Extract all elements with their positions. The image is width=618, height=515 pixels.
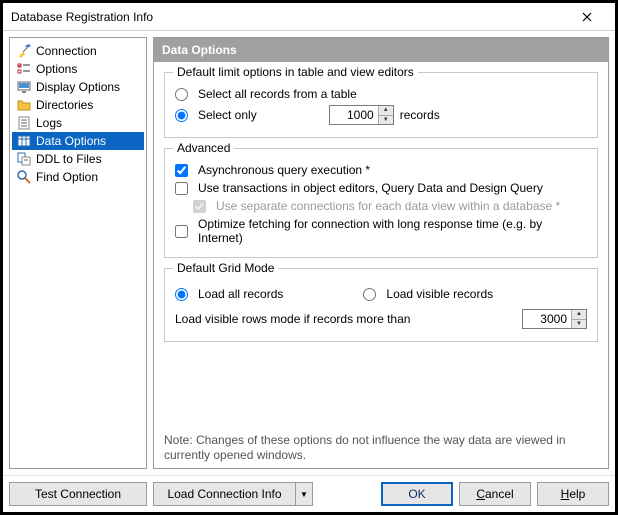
sidebar-item-label: DDL to Files xyxy=(36,152,102,166)
group-default-limit: Default limit options in table and view … xyxy=(164,72,598,138)
button-label: Test Connection xyxy=(35,487,121,501)
test-connection-button[interactable]: Test Connection xyxy=(9,482,147,506)
radio-load-all-label: Load all records xyxy=(198,287,283,301)
sidebar-item-label: Directories xyxy=(36,98,93,112)
chevron-down-icon: ▼ xyxy=(300,490,308,499)
group-advanced: Advanced Asynchronous query execution * … xyxy=(164,148,598,258)
button-label: Cancel xyxy=(476,487,513,501)
sidebar-item-label: Logs xyxy=(36,116,62,130)
radio-select-only[interactable] xyxy=(175,109,188,122)
main-panel: Data Options Default limit options in ta… xyxy=(153,37,609,469)
radio-select-all[interactable] xyxy=(175,88,188,101)
sidebar-item-directories[interactable]: Directories xyxy=(12,96,144,114)
ddl-icon xyxy=(16,151,32,167)
close-icon xyxy=(582,12,592,22)
close-button[interactable] xyxy=(567,5,607,29)
sidebar-item-options[interactable]: Options xyxy=(12,60,144,78)
rows-threshold-input[interactable] xyxy=(523,310,571,328)
body-area: Connection Options Display Options Direc… xyxy=(3,31,615,475)
sidebar-item-label: Options xyxy=(36,62,77,76)
sidebar-item-data-options[interactable]: Data Options xyxy=(12,132,144,150)
search-icon xyxy=(16,169,32,185)
button-label: Help xyxy=(561,487,586,501)
load-connection-split-button: Load Connection Info ▼ xyxy=(153,482,313,506)
select-only-input[interactable] xyxy=(330,106,378,124)
sidebar-item-connection[interactable]: Connection xyxy=(12,42,144,60)
help-button[interactable]: Help xyxy=(537,482,609,506)
panel-body: Default limit options in table and view … xyxy=(154,62,608,468)
load-connection-dropdown[interactable]: ▼ xyxy=(295,482,313,506)
titlebar: Database Registration Info xyxy=(3,3,615,31)
sidebar-item-display-options[interactable]: Display Options xyxy=(12,78,144,96)
dialog-window: Database Registration Info Connection Op… xyxy=(2,2,616,513)
logs-icon xyxy=(16,115,32,131)
cancel-button[interactable]: Cancel xyxy=(459,482,531,506)
load-connection-button[interactable]: Load Connection Info xyxy=(153,482,295,506)
window-title: Database Registration Info xyxy=(11,10,567,24)
display-icon xyxy=(16,79,32,95)
checklist-icon xyxy=(16,61,32,77)
spinner-down[interactable]: ▼ xyxy=(572,320,586,329)
checkbox-optimize[interactable] xyxy=(175,225,188,238)
spinner-up[interactable]: ▲ xyxy=(379,106,393,116)
sidebar-item-logs[interactable]: Logs xyxy=(12,114,144,132)
radio-load-visible[interactable] xyxy=(363,288,376,301)
radio-select-only-label: Select only xyxy=(198,108,257,122)
button-label: OK xyxy=(408,487,425,501)
checkbox-async[interactable] xyxy=(175,164,188,177)
checkbox-txn[interactable] xyxy=(175,182,188,195)
spinner-down[interactable]: ▼ xyxy=(379,116,393,125)
sidebar-item-label: Connection xyxy=(36,44,97,58)
group-title: Default Grid Mode xyxy=(173,261,278,275)
select-only-suffix: records xyxy=(400,108,440,122)
sidebar-item-label: Find Option xyxy=(36,170,98,184)
sidebar-item-label: Data Options xyxy=(36,134,106,148)
radio-load-all[interactable] xyxy=(175,288,188,301)
panel-header: Data Options xyxy=(154,38,608,62)
checkbox-optimize-label: Optimize fetching for connection with lo… xyxy=(198,217,587,245)
checkbox-separate-conn xyxy=(193,200,206,213)
footer-note: Note: Changes of these options do not in… xyxy=(164,433,598,464)
sidebar-item-label: Display Options xyxy=(36,80,120,94)
radio-load-visible-label: Load visible records xyxy=(386,287,493,301)
sidebar: Connection Options Display Options Direc… xyxy=(9,37,147,469)
sidebar-item-find-option[interactable]: Find Option xyxy=(12,168,144,186)
button-label: Load Connection Info xyxy=(167,487,281,501)
group-title: Default limit options in table and view … xyxy=(173,65,418,79)
checkbox-separate-conn-label: Use separate connections for each data v… xyxy=(216,199,560,213)
rows-threshold-label: Load visible rows mode if records more t… xyxy=(175,312,410,326)
plug-icon xyxy=(16,43,32,59)
footer-buttonbar: Test Connection Load Connection Info ▼ O… xyxy=(3,475,615,512)
sidebar-item-ddl-to-files[interactable]: DDL to Files xyxy=(12,150,144,168)
checkbox-txn-label: Use transactions in object editors, Quer… xyxy=(198,181,543,195)
ok-button[interactable]: OK xyxy=(381,482,453,506)
spinner-up[interactable]: ▲ xyxy=(572,310,586,320)
table-icon xyxy=(16,133,32,149)
checkbox-async-label: Asynchronous query execution * xyxy=(198,163,370,177)
group-title: Advanced xyxy=(173,141,234,155)
radio-select-all-label: Select all records from a table xyxy=(198,87,357,101)
group-grid-mode: Default Grid Mode Load all records Load … xyxy=(164,268,598,342)
folder-icon xyxy=(16,97,32,113)
rows-threshold-spinner: ▲ ▼ xyxy=(522,309,587,329)
select-only-spinner: ▲ ▼ xyxy=(329,105,394,125)
